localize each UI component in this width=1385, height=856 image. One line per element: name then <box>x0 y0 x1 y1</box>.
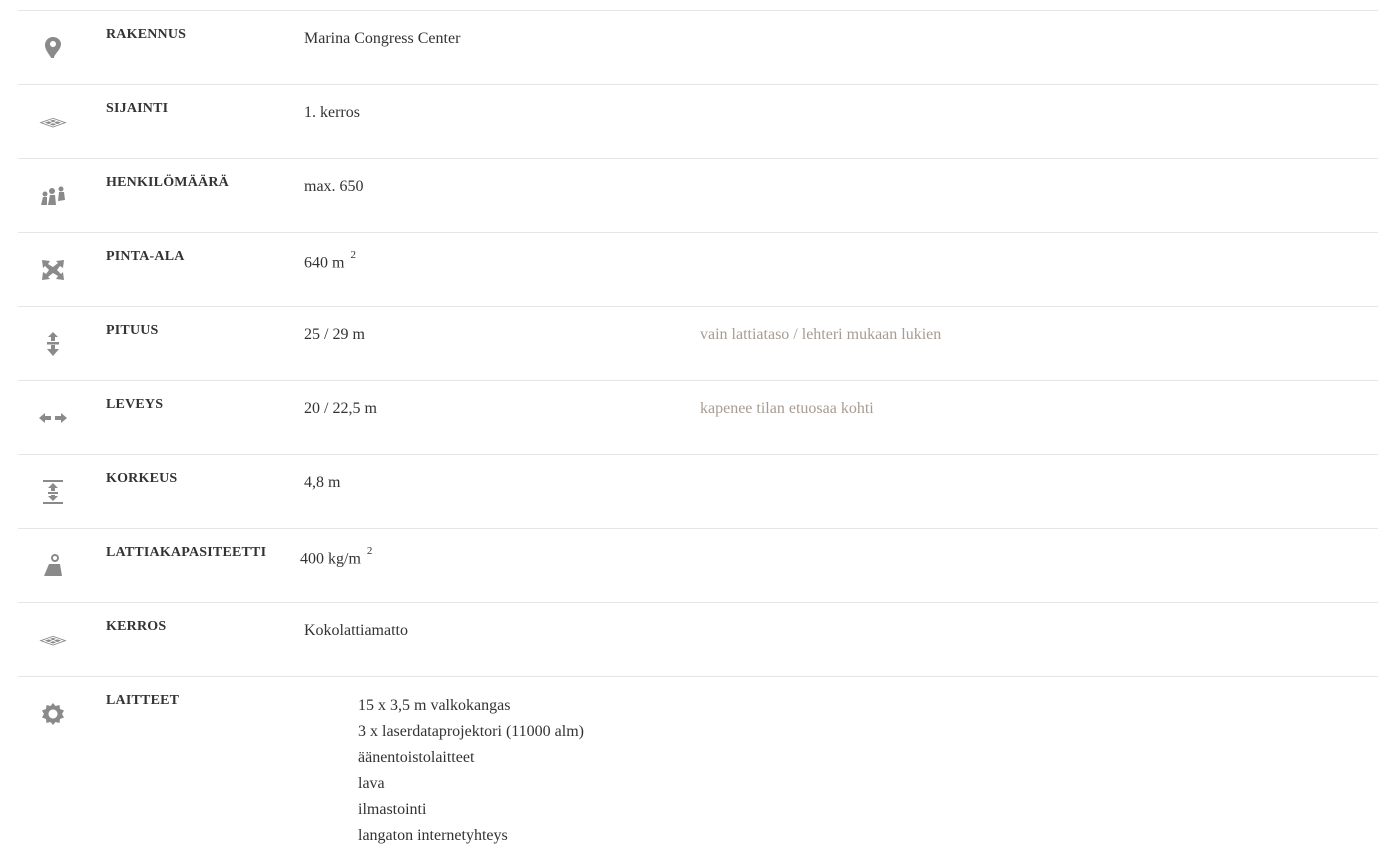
detail-row-korkeus: KORKEUS 4,8 m <box>18 454 1378 528</box>
row-value: Marina Congress Center <box>304 30 461 47</box>
area-unit-exponent: 2 <box>350 249 356 261</box>
row-label: RAKENNUS <box>106 27 187 42</box>
row-label: HENKILÖMÄÄRÄ <box>106 175 229 190</box>
list-item: lava <box>358 775 385 792</box>
capacity-unit-exponent: 2 <box>366 545 373 557</box>
detail-row-laitteet: LAITTEET 15 x 3,5 m valkokangas 3 x lase… <box>18 676 1378 852</box>
detail-row-lattiakapasiteetti: LATTIAKAPASITEETTI 400 kg/m 2 <box>18 528 1378 602</box>
row-label: KERROS <box>106 619 167 634</box>
area-expand-icon <box>38 257 68 283</box>
list-item: äänentoistolaitteet <box>358 749 475 766</box>
row-value: 640 m 2 <box>304 249 356 272</box>
detail-row-rakennus: RAKENNUS Marina Congress Center <box>18 10 1378 84</box>
row-value: 400 kg/m 2 <box>300 545 373 568</box>
row-value: 25 / 29 m <box>304 326 365 343</box>
row-value: max. 650 <box>304 178 364 195</box>
floor-layers-icon <box>38 627 68 653</box>
detail-row-henkilomaara: HENKILÖMÄÄRÄ max. 650 <box>18 158 1378 232</box>
row-label: LATTIAKAPASITEETTI <box>106 545 267 560</box>
row-label: KORKEUS <box>106 471 178 486</box>
detail-row-sijainti: SIJAINTI 1. kerros <box>18 84 1378 158</box>
horizontal-arrows-icon <box>38 405 68 431</box>
location-pin-icon <box>38 35 68 61</box>
gear-icon <box>38 701 68 727</box>
vertical-arrows-icon <box>38 331 68 357</box>
detail-row-pituus: PITUUS 25 / 29 m vain lattiataso / lehte… <box>18 306 1378 380</box>
row-value: Kokolattiamatto <box>304 622 408 639</box>
row-label: PITUUS <box>106 323 159 338</box>
equipment-list: 15 x 3,5 m valkokangas 3 x laserdataproj… <box>358 693 584 849</box>
list-item: langaton internetyhteys <box>358 827 508 844</box>
floor-layers-icon <box>38 109 68 135</box>
detail-row-pinta-ala: PINTA-ALA 640 m 2 <box>18 232 1378 306</box>
row-label: PINTA-ALA <box>106 249 185 264</box>
people-group-icon <box>38 183 68 209</box>
venue-details-table: RAKENNUS Marina Congress Center SIJAINTI… <box>18 10 1378 852</box>
list-item: ilmastointi <box>358 801 427 818</box>
row-value: 20 / 22,5 m <box>304 400 377 417</box>
row-value: 1. kerros <box>304 104 360 121</box>
row-value: 4,8 m <box>304 474 341 491</box>
detail-row-kerros: KERROS Kokolattiamatto <box>18 602 1378 676</box>
detail-row-leveys: LEVEYS 20 / 22,5 m kapenee tilan etuosaa… <box>18 380 1378 454</box>
row-note: kapenee tilan etuosaa kohti <box>700 400 874 417</box>
capacity-value: 400 kg/m <box>300 550 361 568</box>
area-value: 640 m <box>304 254 345 272</box>
height-icon <box>38 479 68 505</box>
row-label: LAITTEET <box>106 693 180 708</box>
list-item: 15 x 3,5 m valkokangas <box>358 697 511 714</box>
row-label: LEVEYS <box>106 397 164 412</box>
row-note: vain lattiataso / lehteri mukaan lukien <box>700 326 942 343</box>
list-item: 3 x laserdataprojektori (11000 alm) <box>358 723 584 740</box>
floor-weight-icon <box>38 553 68 579</box>
row-label: SIJAINTI <box>106 101 169 116</box>
